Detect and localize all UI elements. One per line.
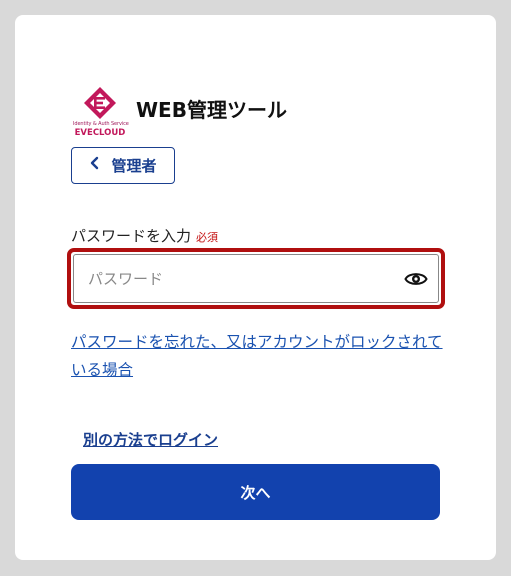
logo-tagline: Identity & Auth Service [73, 121, 129, 127]
forgot-password-link[interactable]: パスワードを忘れた、又はアカウントがロックされている場合 [71, 328, 443, 384]
next-button[interactable]: 次へ [71, 464, 440, 520]
alternative-login-link[interactable]: 別の方法でログイン [83, 429, 218, 450]
login-card: Identity & Auth Service EVECLOUD WEB管理ツー… [15, 15, 496, 560]
eye-icon[interactable] [404, 269, 428, 289]
back-button-label: 管理者 [111, 157, 157, 175]
logo-brand: EVECLOUD [74, 128, 126, 138]
eveclound-logo: Identity & Auth Service EVECLOUD [73, 85, 129, 141]
required-badge: 必須 [196, 231, 219, 244]
password-label: パスワードを入力 必須 [71, 225, 218, 246]
header: Identity & Auth Service EVECLOUD WEB管理ツー… [73, 85, 287, 141]
logo-mark-icon [84, 87, 116, 119]
app-title: WEB管理ツール [136, 97, 287, 122]
password-field [73, 254, 439, 303]
back-button[interactable]: 管理者 [71, 147, 175, 184]
chevron-left-icon [89, 155, 99, 174]
password-field-focus-ring [67, 248, 445, 309]
password-label-text: パスワードを入力 [71, 227, 192, 245]
password-input[interactable] [88, 267, 388, 291]
